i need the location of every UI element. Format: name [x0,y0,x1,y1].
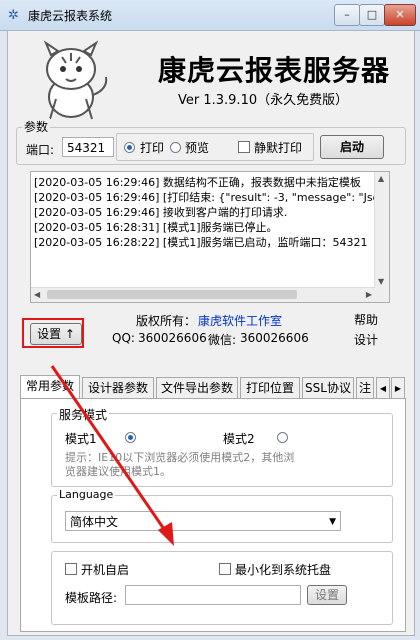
annotation-arrow [50,365,174,546]
